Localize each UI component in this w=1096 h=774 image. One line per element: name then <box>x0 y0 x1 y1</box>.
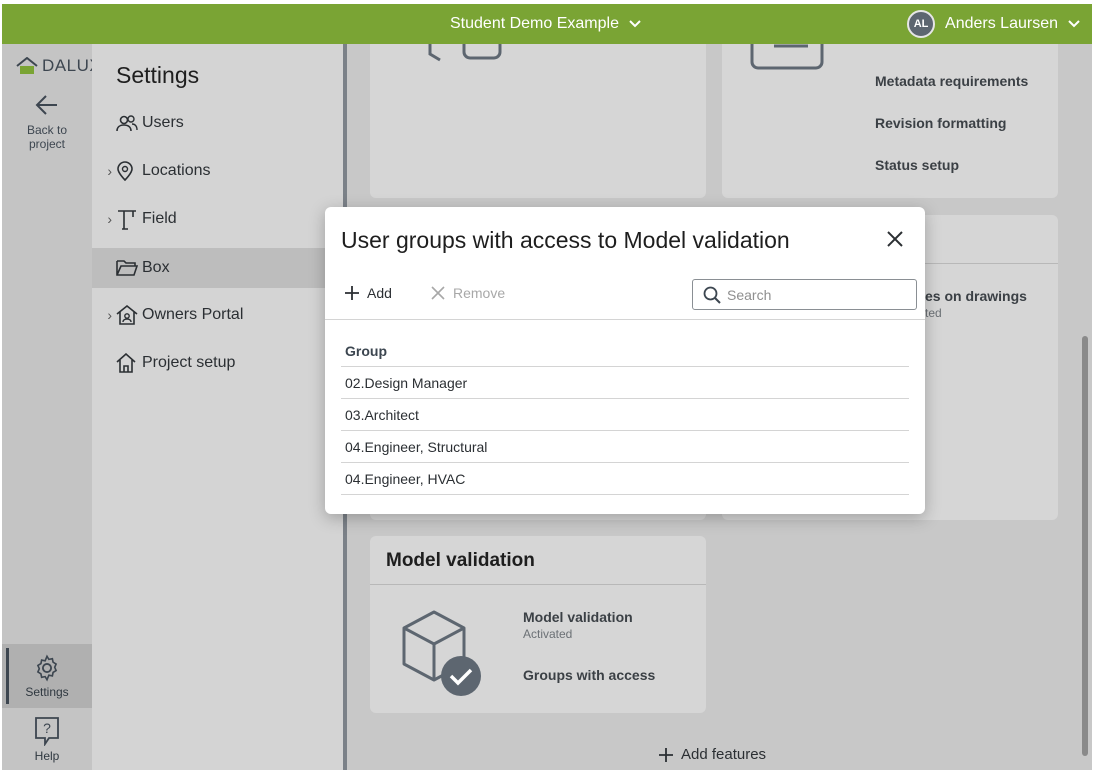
document-list-icon <box>750 44 824 70</box>
card-title: Model validation <box>386 550 535 571</box>
chevron-right-icon[interactable]: › <box>92 163 116 179</box>
remove-label: Remove <box>453 285 506 301</box>
plus-icon <box>345 286 359 300</box>
groups-table: Group 02.Design Manager 03.Architect 04.… <box>341 335 909 495</box>
table-row[interactable]: 02.Design Manager <box>341 367 909 399</box>
sidebar-item-project-setup[interactable]: Project setup <box>92 343 343 383</box>
arrow-left-icon <box>35 95 57 115</box>
avatar: AL <box>907 10 936 38</box>
help-icon: ? <box>35 717 59 747</box>
chevron-down-icon <box>1068 20 1080 28</box>
status-setup-link[interactable]: Status setup <box>875 157 959 173</box>
sidebar-item-box[interactable]: Box <box>92 248 343 288</box>
sidebar-item-label: Users <box>142 114 184 131</box>
users-icon <box>116 114 142 132</box>
search-icon <box>703 286 721 304</box>
crane-icon <box>116 208 142 230</box>
feature-card: Metadata requirements Revision formattin… <box>722 44 1058 198</box>
user-menu[interactable]: AL Anders Laursen <box>907 4 1080 44</box>
table-row[interactable]: 04.Engineer, HVAC <box>341 463 909 495</box>
model-validation-feature: Model validation <box>523 609 633 625</box>
dalux-logo: DALUX <box>16 56 101 76</box>
add-features-button[interactable]: Add features <box>659 746 766 763</box>
plus-icon <box>659 747 673 762</box>
top-bar: Student Demo Example AL Anders Laursen <box>2 4 1092 44</box>
remove-button[interactable]: Remove <box>431 285 505 301</box>
transfer-arrows-icon <box>428 44 502 62</box>
rail-help-label: Help <box>34 749 60 763</box>
sidebar-item-label: Field <box>142 210 177 227</box>
drawings-feature-status: ted <box>925 306 942 320</box>
close-icon[interactable] <box>885 229 905 249</box>
sidebar-item-locations[interactable]: › Locations <box>92 151 343 191</box>
page-title: Settings <box>116 62 200 88</box>
table-row[interactable]: 04.Engineer, Structural <box>341 431 909 463</box>
folder-open-icon <box>116 259 142 277</box>
add-label: Add <box>367 285 392 301</box>
dialog-title: User groups with access to Model validat… <box>341 227 790 253</box>
project-selector[interactable]: Student Demo Example <box>450 4 641 44</box>
rail-settings-label: Settings <box>25 685 69 699</box>
model-validation-card: Model validation Model validation Activa… <box>370 536 706 713</box>
column-header-group[interactable]: Group <box>341 335 909 367</box>
svg-text:?: ? <box>43 720 51 736</box>
rail-settings-button[interactable]: Settings <box>2 644 92 708</box>
chevron-right-icon[interactable]: › <box>92 211 116 227</box>
cube-check-icon <box>402 610 481 696</box>
gear-icon <box>36 654 58 682</box>
settings-nav: Settings Users › Locations › Field Box ›… <box>92 44 343 770</box>
app-rail: DALUX Back to project Settings ? Help <box>2 44 101 770</box>
back-label-line1: Back to <box>26 123 68 137</box>
sidebar-item-field[interactable]: › Field <box>92 199 343 239</box>
sidebar-item-label: Owners Portal <box>142 306 244 323</box>
home-icon <box>116 353 142 373</box>
house-logo-icon <box>16 57 38 74</box>
model-validation-status: Activated <box>523 627 573 641</box>
rail-help-button[interactable]: ? Help <box>2 716 92 763</box>
table-row[interactable]: 03.Architect <box>341 399 909 431</box>
sidebar-item-label: Project setup <box>142 354 236 371</box>
add-features-label: Add features <box>681 746 767 763</box>
metadata-requirements-link[interactable]: Metadata requirements <box>875 73 1028 89</box>
chevron-right-icon[interactable]: › <box>92 307 116 323</box>
revision-formatting-link[interactable]: Revision formatting <box>875 115 1006 131</box>
sidebar-item-label: Locations <box>142 162 211 179</box>
close-icon <box>431 286 445 300</box>
search-input[interactable] <box>727 286 907 303</box>
search-box[interactable] <box>692 279 917 310</box>
add-button[interactable]: Add <box>345 285 392 301</box>
home-user-icon <box>116 305 142 325</box>
location-pin-icon <box>116 161 142 181</box>
back-label-line2: project <box>28 137 66 151</box>
sidebar-item-owners-portal[interactable]: › Owners Portal <box>92 295 343 335</box>
feature-card <box>370 44 706 198</box>
sidebar-item-users[interactable]: Users <box>92 103 343 143</box>
back-to-project-button[interactable]: Back to project <box>2 94 92 151</box>
scrollbar[interactable] <box>1082 336 1088 756</box>
sidebar-item-label: Box <box>142 259 170 276</box>
chevron-down-icon <box>629 20 641 28</box>
user-name: Anders Laursen <box>945 15 1058 32</box>
groups-with-access-link[interactable]: Groups with access <box>523 667 655 683</box>
project-name: Student Demo Example <box>450 15 619 32</box>
user-groups-dialog: User groups with access to Model validat… <box>325 207 925 514</box>
drawings-feature-link[interactable]: es on drawings <box>925 288 1027 304</box>
